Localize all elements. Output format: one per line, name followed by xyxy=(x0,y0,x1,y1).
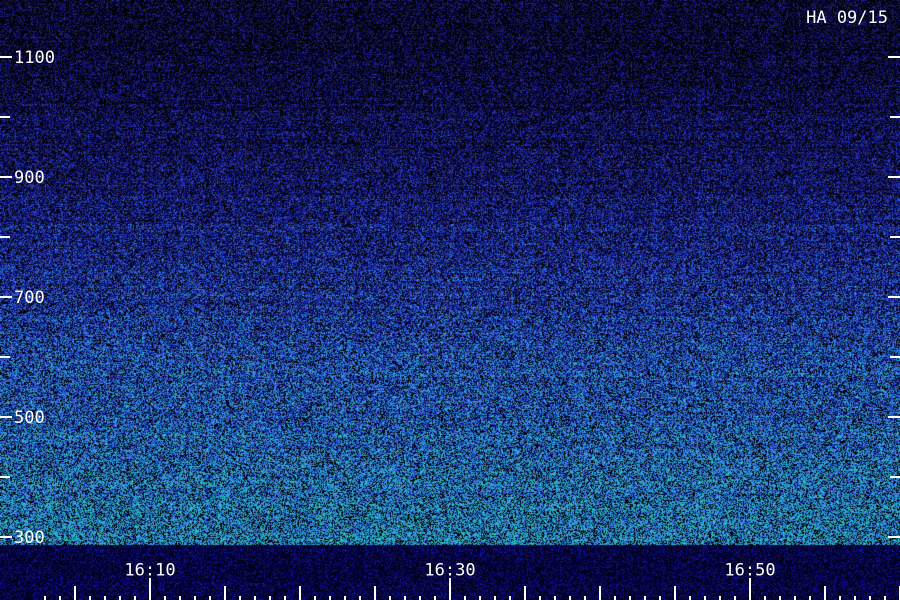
y-tick-label: 700 xyxy=(14,288,45,308)
y-axis-ticks: 300 500 700 900 1100 xyxy=(0,48,900,548)
y-tick-label: 900 xyxy=(14,168,45,188)
y-tick-label: 500 xyxy=(14,408,45,428)
chart-title: HA 09/15 xyxy=(806,8,888,28)
spectrogram-chart: 300 500 700 900 1100 16:10 16:30 16:50 HA 09/1… xyxy=(0,0,900,600)
x-tick-label: 16:50 xyxy=(724,560,775,580)
x-tick-label: 16:10 xyxy=(124,560,175,580)
x-axis-ticks: 16:10 16:30 16:50 xyxy=(44,560,900,600)
y-tick-label: 300 xyxy=(14,528,45,548)
y-tick-label: 1100 xyxy=(14,48,55,68)
spectrogram-overlay: 300 500 700 900 1100 16:10 16:30 16:50 HA 09/1… xyxy=(0,8,900,600)
x-tick-label: 16:30 xyxy=(424,560,475,580)
